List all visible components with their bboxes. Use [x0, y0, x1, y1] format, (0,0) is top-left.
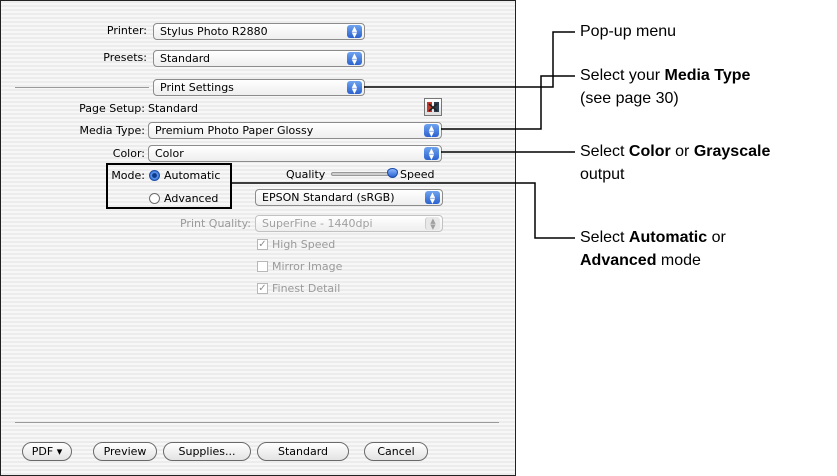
callout-mode-bold2: Advanced — [580, 252, 657, 269]
callout-mode-bold1: Automatic — [628, 229, 708, 246]
callout-mode-post1: or — [707, 229, 726, 246]
callout-media-type: Select your Media Type (see page 30) — [580, 64, 750, 110]
callout-color-pre: Select — [580, 143, 629, 160]
callout-media-bold: Media Type — [664, 67, 751, 84]
callout-color-bold2: Grayscale — [693, 143, 771, 160]
callout-mode-pre: Select — [580, 229, 629, 246]
callout-color-mid: or — [670, 143, 694, 160]
callout-color-output: output — [580, 166, 625, 183]
callout-mode-post2: mode — [656, 252, 701, 269]
callout-popup-menu: Pop-up menu — [580, 20, 676, 43]
callout-media-pre: Select your — [580, 67, 665, 84]
popup-menu-leader — [364, 31, 575, 88]
mode-leader — [231, 182, 575, 239]
media-type-leader — [441, 75, 575, 130]
callout-color-bold1: Color — [628, 143, 671, 160]
callout-media-page: (see page 30) — [580, 90, 679, 107]
callout-mode: Select Automatic or Advanced mode — [580, 226, 726, 272]
callout-popup-menu-text: Pop-up menu — [580, 23, 677, 40]
callout-color: Select Color or Grayscale output — [580, 140, 770, 186]
